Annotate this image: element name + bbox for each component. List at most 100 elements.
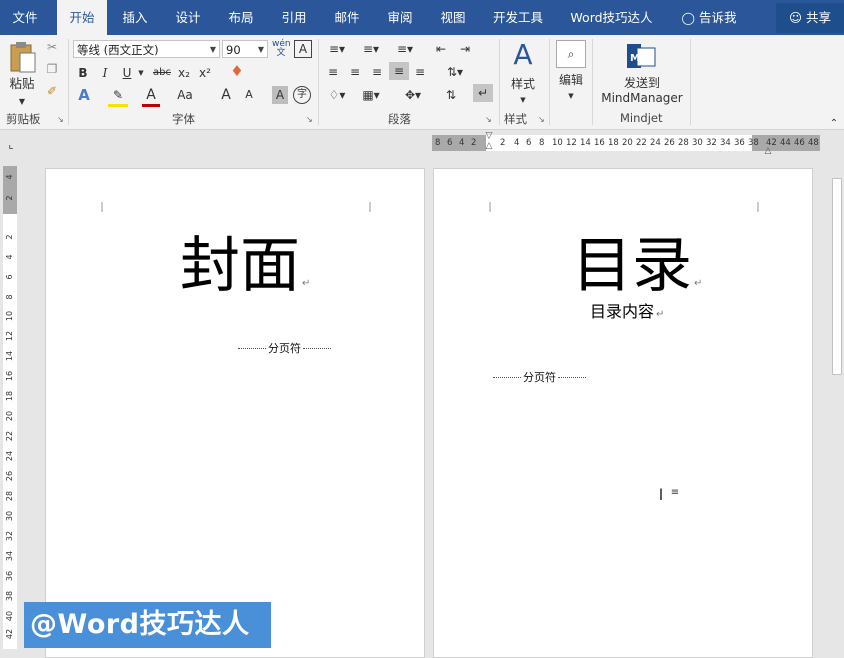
- margin-corner-mark: [369, 202, 371, 212]
- vertical-ruler-number: 30: [5, 510, 14, 522]
- vertical-ruler-number: 40: [5, 610, 14, 622]
- paragraph-mark: ↵: [302, 278, 311, 289]
- char-border-icon[interactable]: A: [294, 40, 312, 58]
- font-launcher-icon[interactable]: ↘: [306, 115, 315, 124]
- tab-selector-icon[interactable]: ⌞: [4, 136, 18, 154]
- cover-title-text: 封面: [180, 231, 300, 301]
- vertical-ruler-number: 38: [5, 590, 14, 602]
- mindjet-group-label: Mindjet: [620, 111, 663, 125]
- cut-icon[interactable]: ✂: [44, 38, 60, 56]
- styles-icon[interactable]: A: [508, 39, 538, 71]
- align-right-icon[interactable]: ≡: [368, 63, 386, 81]
- bullets-icon[interactable]: ≡▾: [324, 40, 350, 58]
- show-marks-icon[interactable]: ↵: [473, 84, 493, 102]
- superscript-button[interactable]: x²: [197, 64, 213, 82]
- chevron-down-icon[interactable]: ▼: [210, 41, 216, 59]
- tab-insert[interactable]: 插入: [114, 0, 156, 35]
- paste-label[interactable]: 粘贴: [6, 75, 38, 93]
- tab-home[interactable]: 开始: [57, 0, 107, 35]
- tab-word-tips[interactable]: Word技巧达人: [563, 0, 660, 35]
- ruler-number: 6: [526, 138, 532, 148]
- paragraph-launcher-icon[interactable]: ↘: [485, 115, 494, 124]
- decrease-indent-icon[interactable]: ⇤: [432, 40, 450, 58]
- format-painter-icon[interactable]: ✐: [44, 82, 60, 100]
- align-center-icon[interactable]: ≡: [346, 63, 364, 81]
- strikethrough-button[interactable]: abc: [151, 64, 173, 82]
- phonetic-guide-icon[interactable]: wén 文: [272, 40, 291, 58]
- font-name-box[interactable]: 等线 (西文正文) ▼: [73, 40, 220, 58]
- mindmanager-label[interactable]: MindManager: [596, 89, 688, 107]
- separator: [499, 39, 500, 125]
- page-break-marker: 分页符: [236, 340, 333, 356]
- tab-view[interactable]: 视图: [433, 0, 473, 35]
- indent-marker-icon[interactable]: ▽ △: [483, 131, 495, 151]
- highlight-icon[interactable]: ✎: [108, 86, 128, 107]
- multilevel-list-icon[interactable]: ≡▾: [392, 40, 418, 58]
- justify-icon[interactable]: ≡: [389, 62, 409, 80]
- char-shading-button[interactable]: A: [272, 86, 288, 104]
- tab-mailings[interactable]: 邮件: [327, 0, 367, 35]
- bold-button[interactable]: B: [76, 64, 90, 82]
- clear-formatting-icon[interactable]: ♦: [228, 62, 246, 80]
- subscript-button[interactable]: x₂: [176, 64, 192, 82]
- separator: [68, 39, 69, 125]
- page-cover[interactable]: 封面 ↵ 分页符: [45, 168, 425, 658]
- share-button[interactable]: ☺ 共享: [776, 3, 844, 33]
- chevron-down-icon[interactable]: ▼: [258, 41, 264, 59]
- margin-corner-mark: [101, 202, 103, 212]
- numbering-icon[interactable]: ≡▾: [358, 40, 384, 58]
- scrollbar-thumb[interactable]: [832, 178, 842, 375]
- align-left-icon[interactable]: ≡: [324, 63, 342, 81]
- borders-icon[interactable]: ▦▾: [358, 86, 384, 104]
- clipboard-launcher-icon[interactable]: ↘: [57, 115, 66, 124]
- sort-icon[interactable]: ⇅: [442, 86, 460, 104]
- ruler-number: 2: [500, 138, 506, 148]
- tell-me-button[interactable]: ◯ 告诉我: [676, 0, 742, 35]
- page-toc[interactable]: 目录 ↵ 目录内容 ↵ 分页符 I ≡: [433, 168, 813, 658]
- find-icon[interactable]: ⌕: [556, 40, 586, 68]
- ruler-number: 20: [622, 138, 633, 148]
- vertical-ruler-number: 16: [5, 370, 14, 382]
- styles-launcher-icon[interactable]: ↘: [538, 115, 547, 124]
- margin-corner-mark: [489, 202, 491, 212]
- ribbon: 粘贴 ▼ ✂ ❐ ✐ 剪贴板 ↘ 等线 (西文正文) ▼ 90 ▼ wén 文 A…: [0, 35, 844, 130]
- grow-font-button[interactable]: A: [219, 86, 233, 104]
- enclose-char-button[interactable]: 字: [293, 86, 311, 104]
- ruler-number: 32: [706, 138, 717, 148]
- tab-review[interactable]: 审阅: [380, 0, 420, 35]
- ruler-number: 4: [514, 138, 520, 148]
- copy-icon[interactable]: ❐: [44, 60, 60, 78]
- chevron-down-icon[interactable]: ▼: [515, 91, 531, 109]
- change-case-button[interactable]: Aa: [174, 86, 196, 104]
- shrink-font-button[interactable]: A: [242, 86, 256, 104]
- toc-content: 目录内容 ↵: [590, 298, 664, 322]
- tab-references[interactable]: 引用: [274, 0, 314, 35]
- share-label: 共享: [806, 10, 832, 25]
- paste-dropdown-icon[interactable]: ▼: [14, 93, 30, 111]
- ruler-number: 36: [734, 138, 745, 148]
- paste-icon[interactable]: [8, 41, 36, 73]
- italic-button[interactable]: I: [98, 64, 112, 82]
- chevron-down-icon[interactable]: ▼: [563, 87, 579, 105]
- tab-developer[interactable]: 开发工具: [486, 0, 550, 35]
- vertical-ruler-number: 24: [5, 450, 14, 462]
- line-spacing-icon[interactable]: ⇅▾: [442, 63, 468, 81]
- lightbulb-icon: ◯: [681, 11, 695, 25]
- text-effects-button[interactable]: A: [76, 86, 92, 104]
- toc-title-text: 目录: [572, 231, 692, 301]
- ruler-number: 48: [808, 138, 819, 148]
- chevron-down-icon[interactable]: ▼: [136, 64, 146, 82]
- font-size-box[interactable]: 90 ▼: [222, 40, 268, 58]
- increase-indent-icon[interactable]: ⇥: [456, 40, 474, 58]
- shading-icon[interactable]: ♢▾: [324, 86, 350, 104]
- distributed-icon[interactable]: ≡: [411, 63, 429, 81]
- vertical-ruler-number: 34: [5, 550, 14, 562]
- asian-layout-icon[interactable]: ✥▾: [400, 86, 426, 104]
- underline-button[interactable]: U: [120, 64, 134, 82]
- tab-design[interactable]: 设计: [168, 0, 208, 35]
- ruler-number: 44: [780, 138, 791, 148]
- tab-file[interactable]: 文件: [0, 0, 50, 35]
- font-color-button[interactable]: A: [142, 86, 160, 107]
- mindmanager-icon[interactable]: M: [625, 40, 657, 72]
- tab-layout[interactable]: 布局: [221, 0, 261, 35]
